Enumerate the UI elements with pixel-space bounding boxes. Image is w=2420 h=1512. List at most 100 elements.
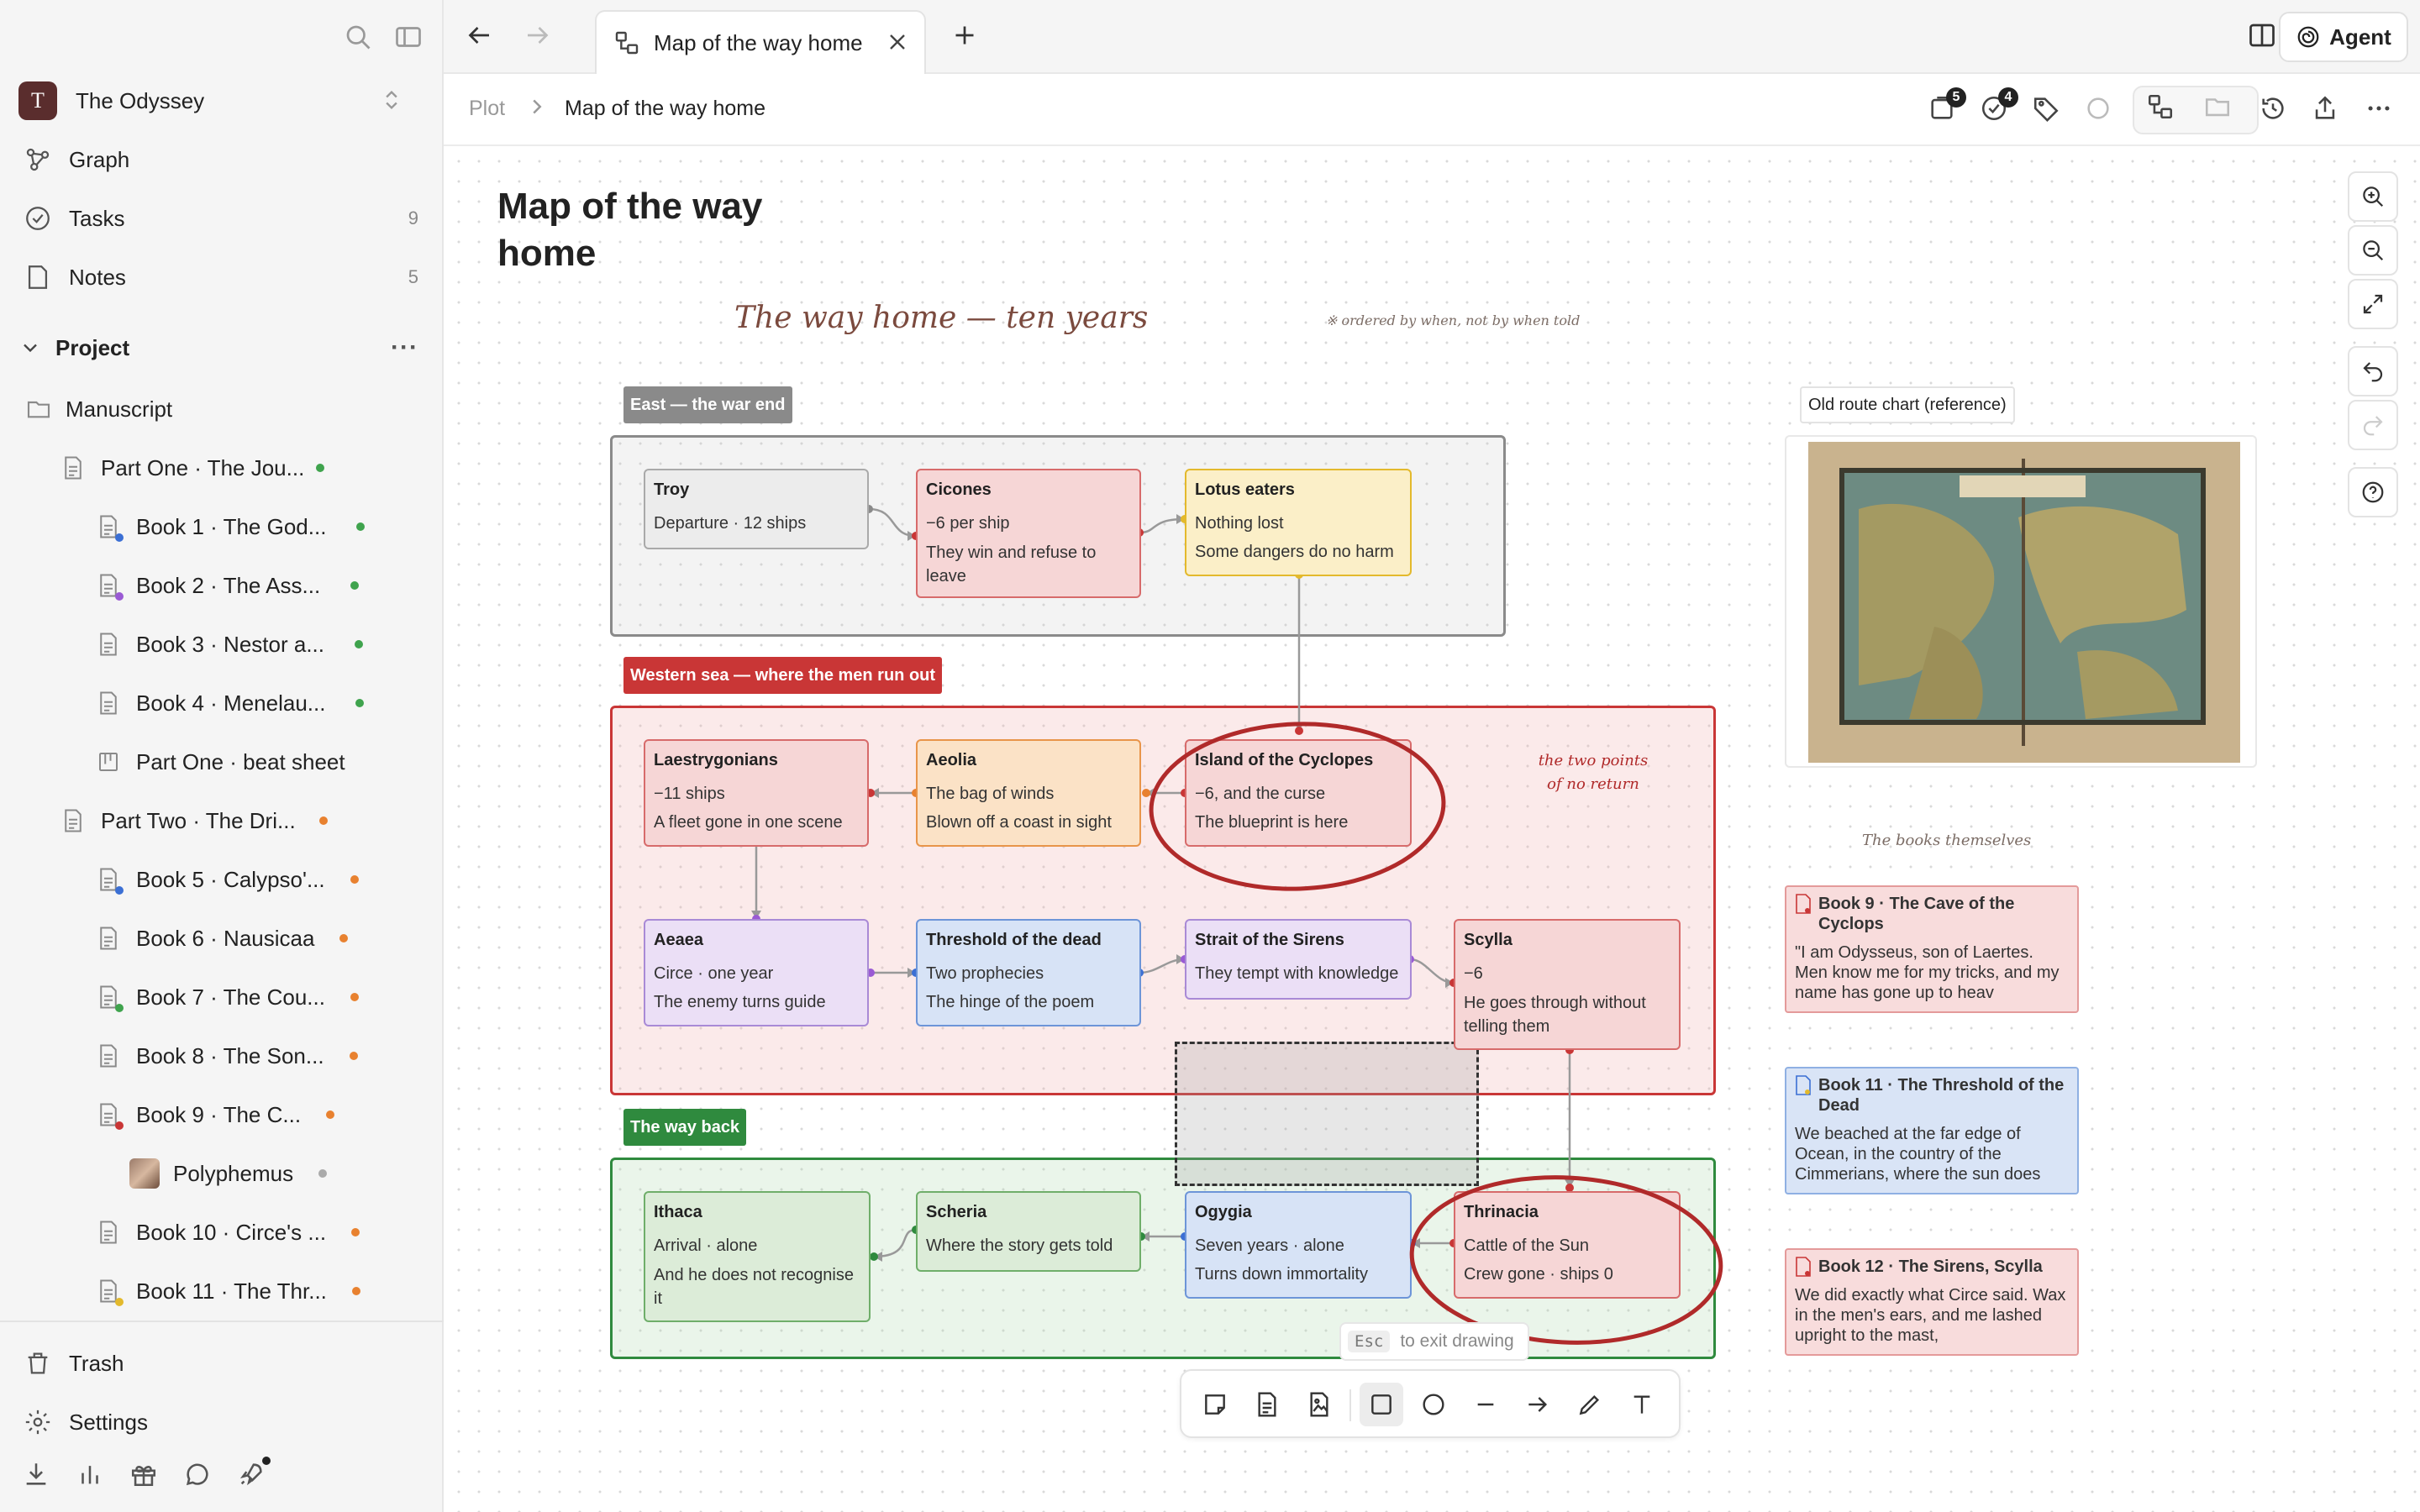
breadcrumb-parent[interactable]: Plot bbox=[469, 97, 505, 121]
status-circle-icon[interactable] bbox=[2084, 94, 2114, 124]
arrow-tool-icon[interactable] bbox=[1521, 1388, 1555, 1421]
gift-icon[interactable] bbox=[129, 1460, 160, 1490]
folder-view-icon[interactable] bbox=[2203, 92, 2233, 123]
stats-icon[interactable] bbox=[76, 1460, 106, 1490]
text-tool-icon[interactable] bbox=[1625, 1388, 1659, 1421]
node-troy[interactable]: Troy Departure · 12 ships bbox=[644, 469, 869, 549]
tree-item-book-6[interactable]: Book 6 · Nausicaa bbox=[96, 916, 349, 960]
node-aeolia[interactable]: Aeolia The bag of winds Blown off a coas… bbox=[916, 739, 1141, 847]
zoom-out-button[interactable] bbox=[2348, 225, 2398, 276]
workspace-switcher[interactable]: T The Odyssey bbox=[18, 81, 413, 121]
more-icon[interactable] bbox=[2365, 94, 2395, 124]
document-tool-icon[interactable] bbox=[1250, 1388, 1284, 1421]
chat-icon[interactable] bbox=[183, 1460, 213, 1490]
annotation-points-of-no-return: the two points of no return bbox=[1538, 752, 1649, 793]
canvas[interactable]: Map of the way home The way home — ten y… bbox=[444, 146, 2420, 1512]
group-label-western-sea[interactable]: Western sea — where the men run out bbox=[623, 657, 943, 694]
document-icon bbox=[1795, 894, 1812, 914]
node-line: Two prophecies bbox=[926, 964, 1044, 983]
sticky-note-tool-icon[interactable] bbox=[1198, 1388, 1232, 1421]
node-scylla[interactable]: Scylla −6 He goes through without tellin… bbox=[1454, 919, 1681, 1050]
node-scheria[interactable]: Scheria Where the story gets told bbox=[916, 1191, 1141, 1272]
agent-button[interactable]: Agent bbox=[2279, 12, 2408, 62]
canvas-view-icon[interactable] bbox=[2146, 92, 2176, 123]
sidebar-item-graph[interactable]: Graph bbox=[24, 139, 418, 181]
tree-item-book-3[interactable]: Book 3 · Nestor a... bbox=[96, 622, 363, 666]
tree-item-label: Book 5 · Calypso'... bbox=[136, 866, 325, 892]
sidebar-item-tasks[interactable]: Tasks 9 bbox=[24, 197, 418, 239]
node-threshold-of-the-dead[interactable]: Threshold of the dead Two prophecies The… bbox=[916, 919, 1141, 1026]
history-icon[interactable] bbox=[2259, 94, 2289, 124]
node-ogygia[interactable]: Ogygia Seven years · alone Turns down im… bbox=[1185, 1191, 1412, 1299]
tree-item-book-11[interactable]: Book 11 · The Thr... bbox=[96, 1269, 360, 1313]
tree-item-book-7[interactable]: Book 7 · The Cou... bbox=[96, 975, 359, 1019]
line-tool-icon[interactable] bbox=[1469, 1388, 1502, 1421]
node-laestrygonians[interactable]: Laestrygonians −11 ships A fleet gone in… bbox=[644, 739, 869, 847]
pen-tool-icon[interactable] bbox=[1573, 1388, 1607, 1421]
tree-item-book-10[interactable]: Book 10 · Circe's ... bbox=[96, 1210, 360, 1254]
doc-card-book-9[interactable]: Book 9 · The Cave of the Cyclops "I am O… bbox=[1785, 885, 2079, 1013]
sidebar-toggle-icon[interactable] bbox=[393, 22, 424, 52]
project-section-header[interactable]: Project ··· bbox=[18, 329, 418, 366]
more-icon[interactable]: ··· bbox=[391, 333, 418, 362]
node-ithaca[interactable]: Ithaca Arrival · alone And he does not r… bbox=[644, 1191, 871, 1322]
new-tab-plus-icon[interactable] bbox=[950, 20, 980, 50]
redo-button[interactable] bbox=[2348, 400, 2398, 450]
node-thrinacia[interactable]: Thrinacia Cattle of the Sun Crew gone · … bbox=[1454, 1191, 1681, 1299]
node-title: Lotus eaters bbox=[1195, 480, 1295, 499]
doc-card-book-12[interactable]: Book 12 · The Sirens, Scylla We did exac… bbox=[1785, 1248, 2079, 1356]
undo-button[interactable] bbox=[2348, 346, 2398, 396]
tree-item-book-4[interactable]: Book 4 · Menelau... bbox=[96, 681, 365, 725]
node-title: Ithaca bbox=[654, 1203, 702, 1221]
share-icon[interactable] bbox=[2311, 94, 2341, 124]
chevron-up-down-icon bbox=[380, 87, 403, 113]
node-lotus-eaters[interactable]: Lotus eaters Nothing lost Some dangers d… bbox=[1185, 469, 1412, 576]
node-strait-of-the-sirens[interactable]: Strait of the Sirens They tempt with kno… bbox=[1185, 919, 1412, 1000]
image-label[interactable]: Old route chart (reference) bbox=[1800, 386, 2015, 423]
back-arrow-icon[interactable] bbox=[464, 20, 494, 50]
sidebar-item-trash[interactable]: Trash bbox=[24, 1342, 418, 1384]
settings-label: Settings bbox=[69, 1409, 148, 1435]
tag-icon[interactable] bbox=[2032, 94, 2062, 124]
sidebar-item-label: Notes bbox=[69, 264, 126, 290]
split-view-icon[interactable] bbox=[2247, 20, 2277, 50]
tree-item-book-9[interactable]: Book 9 · The C... bbox=[96, 1093, 335, 1137]
tree-item-book-8[interactable]: Book 8 · The Son... bbox=[96, 1034, 358, 1078]
group-label-way-back[interactable]: The way back bbox=[623, 1109, 747, 1146]
tree-item-book-2[interactable]: Book 2 · The Ass... bbox=[96, 564, 360, 607]
rocket-icon[interactable] bbox=[237, 1457, 271, 1490]
cards-icon[interactable]: 5 bbox=[1928, 87, 1966, 124]
search-icon[interactable] bbox=[343, 22, 373, 52]
tree-item-manuscript[interactable]: Manuscript bbox=[25, 387, 172, 431]
node-cicones[interactable]: Cicones −6 per ship They win and refuse … bbox=[916, 469, 1141, 598]
tree-item-book-5[interactable]: Book 5 · Calypso'... bbox=[96, 858, 359, 901]
doc-card-book-11[interactable]: Book 11 · The Threshold of the Dead We b… bbox=[1785, 1067, 2079, 1194]
status-dot bbox=[326, 1110, 335, 1119]
tree-item-book-1[interactable]: Book 1 · The God... bbox=[96, 505, 366, 549]
tab-bar: Map of the way home Agent bbox=[444, 0, 2420, 74]
ellipse-tool-icon[interactable] bbox=[1417, 1388, 1450, 1421]
tree-item-label: Book 11 · The Thr... bbox=[136, 1278, 327, 1304]
fit-view-button[interactable] bbox=[2348, 279, 2398, 329]
image-tool-icon[interactable] bbox=[1302, 1388, 1336, 1421]
group-label-east[interactable]: East — the war end bbox=[623, 386, 792, 423]
close-icon[interactable] bbox=[884, 29, 911, 55]
node-island-of-the-cyclopes[interactable]: Island of the Cyclopes −6, and the curse… bbox=[1185, 739, 1412, 847]
sidebar-item-notes[interactable]: Notes 5 bbox=[24, 256, 418, 298]
sidebar-item-settings[interactable]: Settings bbox=[24, 1401, 418, 1443]
forward-arrow-icon[interactable] bbox=[523, 20, 553, 50]
tasks-check-icon[interactable]: 4 bbox=[1980, 87, 2018, 124]
tree-item-part-one[interactable]: Part One · The Jou... bbox=[60, 446, 325, 490]
zoom-in-button[interactable] bbox=[2348, 171, 2398, 222]
tree-item-part-two[interactable]: Part Two · The Dri... bbox=[60, 799, 328, 843]
node-title: Aeolia bbox=[926, 751, 977, 769]
tree-item-beat-sheet[interactable]: Part One · beat sheet bbox=[96, 740, 345, 784]
download-icon[interactable] bbox=[22, 1460, 52, 1490]
node-aeaea[interactable]: Aeaea Circe · one year The enemy turns g… bbox=[644, 919, 869, 1026]
document-icon bbox=[96, 983, 124, 1012]
tree-item-polyphemus[interactable]: Polyphemus bbox=[129, 1152, 328, 1195]
help-button[interactable] bbox=[2348, 467, 2398, 517]
rectangle-tool-icon[interactable] bbox=[1360, 1383, 1403, 1426]
tab-map-of-the-way-home[interactable]: Map of the way home bbox=[595, 10, 926, 74]
image-frame-old-route-chart[interactable] bbox=[1785, 435, 2257, 768]
